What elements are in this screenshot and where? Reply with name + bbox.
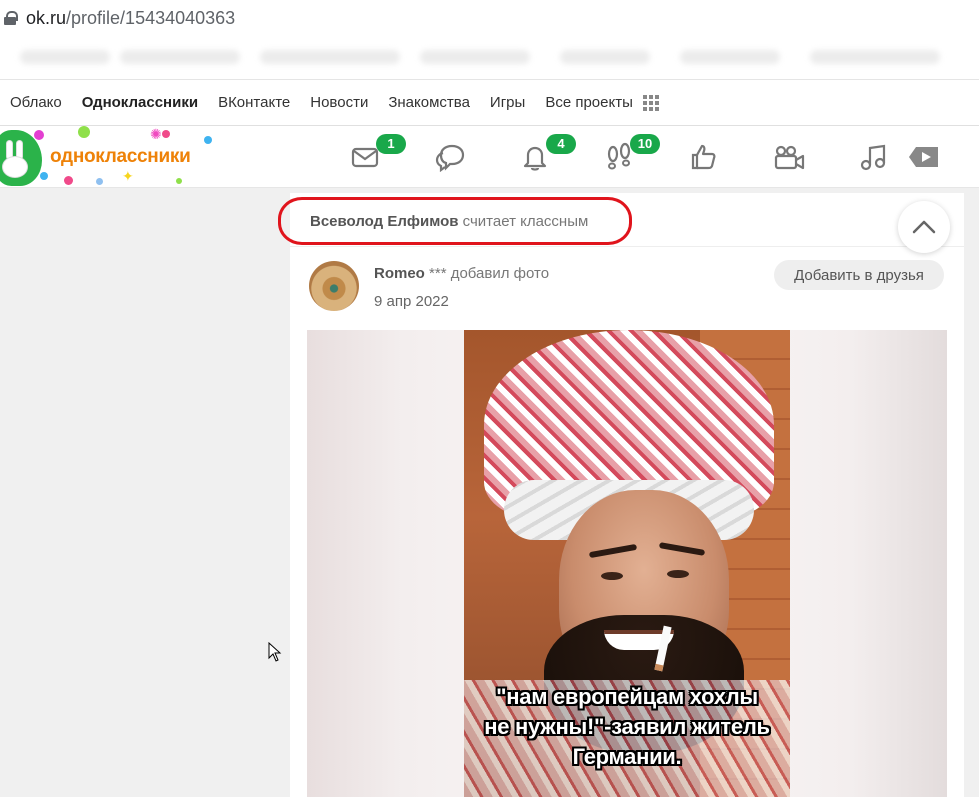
scroll-up-button[interactable] xyxy=(898,201,950,253)
portal-link-oblako[interactable]: Облако xyxy=(10,94,62,111)
mouse-cursor-icon xyxy=(268,642,282,662)
video-feed-button[interactable] xyxy=(906,142,938,174)
messages-button[interactable]: 1 xyxy=(350,134,406,174)
add-friend-button[interactable]: Добавить в друзья xyxy=(774,260,944,290)
portal-nav: Облако Одноклассники ВКонтакте Новости З… xyxy=(0,80,979,126)
ok-logo[interactable]: ✦ ✺ одноклассники xyxy=(0,126,230,188)
chat-bubbles-icon xyxy=(435,144,465,173)
music-note-icon xyxy=(860,144,886,171)
apps-grid-icon[interactable] xyxy=(642,94,659,111)
chevron-up-icon xyxy=(912,220,936,234)
messages-badge: 1 xyxy=(376,134,406,154)
guests-badge: 10 xyxy=(630,134,660,154)
post-author-line: Romeo *** добавил фото xyxy=(374,265,549,282)
caption-line-3: Германии. xyxy=(572,744,682,769)
portal-link-znakomstva[interactable]: Знакомства xyxy=(388,94,470,111)
discussions-button[interactable] xyxy=(434,142,466,174)
portal-link-all-projects[interactable]: Все проекты xyxy=(545,94,633,111)
address-bar[interactable]: ok.ru/profile/15434040363 xyxy=(0,0,979,36)
bookmarks-bar xyxy=(0,36,979,80)
video-camera-icon xyxy=(774,145,805,170)
notifications-button[interactable]: 4 xyxy=(520,134,576,174)
caption-line-2: не нужны!"-заявил житель xyxy=(484,714,770,739)
author-avatar[interactable] xyxy=(309,261,359,311)
guests-button[interactable]: 10 xyxy=(604,134,660,174)
portal-link-novosti[interactable]: Новости xyxy=(310,94,368,111)
author-name[interactable]: Romeo xyxy=(374,265,425,282)
logo-text: одноклассники xyxy=(50,146,191,167)
notifications-badge: 4 xyxy=(546,134,576,154)
post-photo[interactable]: "нам европейцам хохлы не нужны!"-заявил … xyxy=(307,330,947,797)
url-host: ok.ru xyxy=(26,7,67,28)
url-text[interactable]: ok.ru/profile/15434040363 xyxy=(26,8,235,29)
photo-image: "нам европейцам хохлы не нужны!"-заявил … xyxy=(464,330,790,797)
likes-button[interactable] xyxy=(688,142,720,174)
red-highlight-ellipse xyxy=(278,197,632,245)
portal-link-odnoklassniki[interactable]: Одноклассники xyxy=(82,94,198,111)
ok-header: ✦ ✺ одноклассники 1 4 10 xyxy=(0,126,979,188)
video-button[interactable] xyxy=(772,142,805,174)
post-date[interactable]: 9 апр 2022 xyxy=(374,293,449,310)
music-button[interactable] xyxy=(858,142,890,174)
caption-line-1: "нам европейцам хохлы xyxy=(496,684,758,709)
portal-link-vkontakte[interactable]: ВКонтакте xyxy=(218,94,290,111)
author-action: *** добавил фото xyxy=(429,265,550,282)
thumbs-up-icon xyxy=(691,144,716,170)
lock-icon[interactable] xyxy=(4,11,18,25)
photo-caption: "нам европейцам хохлы не нужны!"-заявил … xyxy=(464,682,790,772)
card-divider xyxy=(290,246,964,247)
portal-link-igry[interactable]: Игры xyxy=(490,94,525,111)
play-tag-icon xyxy=(909,147,938,167)
url-path: /profile/15434040363 xyxy=(66,7,236,28)
